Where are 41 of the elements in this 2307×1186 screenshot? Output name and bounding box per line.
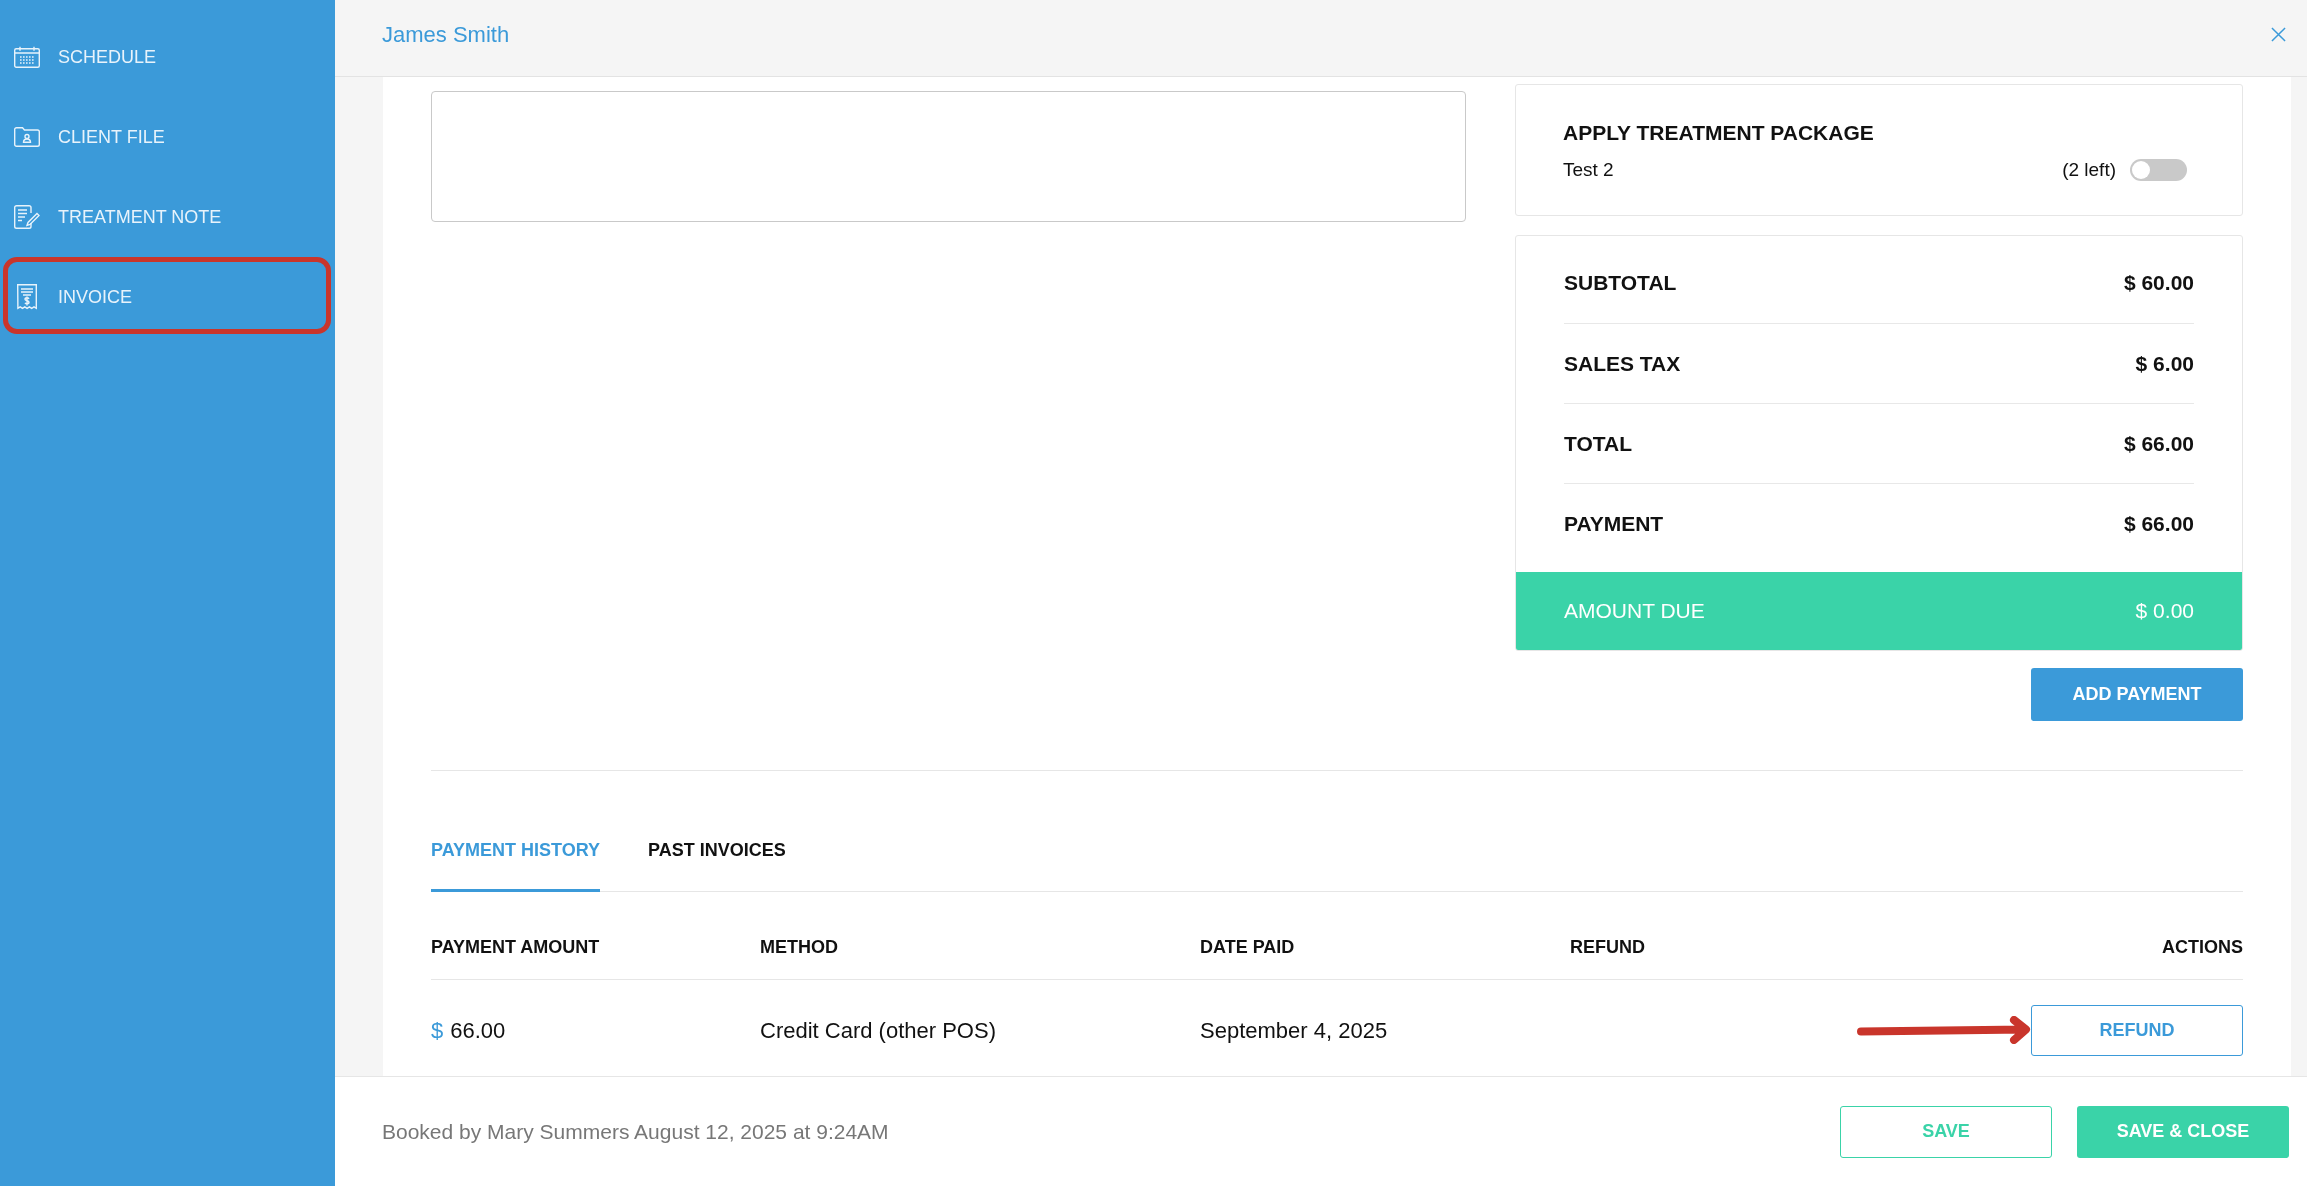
date-paid: September 4, 2025 bbox=[1200, 1017, 1388, 1043]
total-value: $ 66.00 bbox=[2123, 510, 2194, 537]
total-value: $ 66.00 bbox=[2123, 430, 2194, 457]
column-header: PAYMENT AMOUNT bbox=[431, 936, 601, 959]
client-name: James Smith bbox=[382, 20, 510, 49]
receipt-icon bbox=[17, 284, 37, 310]
tab[interactable]: PAST INVOICES bbox=[648, 837, 786, 892]
sidebar-item[interactable]: TREATMENT NOTE bbox=[0, 177, 335, 257]
package-title: APPLY TREATMENT PACKAGE bbox=[1563, 120, 1875, 146]
payment-amount: 66.00 bbox=[450, 1016, 506, 1045]
total-label: TOTAL bbox=[1564, 430, 1633, 457]
save-close-button[interactable]: SAVE & CLOSE bbox=[2077, 1105, 2289, 1158]
sidebar-item[interactable]: CLIENT FILE bbox=[0, 97, 335, 177]
notes-field[interactable] bbox=[431, 91, 1466, 222]
amount-due-value: $ 0.00 bbox=[2135, 598, 2194, 625]
sidebar-item[interactable]: INVOICE bbox=[0, 257, 335, 337]
total-label: SUBTOTAL bbox=[1564, 270, 1677, 297]
note-pencil-icon bbox=[14, 205, 40, 229]
refund-button[interactable]: REFUND bbox=[2031, 1004, 2243, 1056]
add-payment-button[interactable]: ADD PAYMENT bbox=[2031, 668, 2243, 721]
package-name: Test 2 bbox=[1563, 157, 1614, 182]
payment-method: Credit Card (other POS) bbox=[760, 1017, 996, 1043]
total-label: SALES TAX bbox=[1564, 350, 1681, 377]
sessions-left: (2 left) bbox=[2062, 157, 2116, 182]
sidebar-item[interactable]: SCHEDULE bbox=[0, 17, 335, 97]
column-header: ACTIONS bbox=[2162, 936, 2243, 959]
calendar-icon bbox=[14, 46, 40, 68]
column-header: REFUND bbox=[1570, 936, 1646, 959]
folder-person-icon bbox=[14, 127, 40, 147]
total-value: $ 60.00 bbox=[2123, 270, 2194, 297]
toggle-switch[interactable] bbox=[2130, 159, 2187, 181]
column-header: METHOD bbox=[760, 936, 839, 959]
close-icon[interactable] bbox=[2271, 26, 2286, 42]
amount-due-label: AMOUNT DUE bbox=[1564, 598, 1705, 625]
column-header: DATE PAID bbox=[1200, 936, 1296, 959]
booking-info: Booked by Mary Summers August 12, 2025 at 9:24AM bbox=[382, 1118, 889, 1145]
total-value: $ 6.00 bbox=[2135, 350, 2194, 377]
total-label: PAYMENT bbox=[1564, 510, 1664, 537]
save-button[interactable]: SAVE bbox=[1840, 1105, 2052, 1158]
tab[interactable]: PAYMENT HISTORY bbox=[431, 837, 601, 892]
currency-sign: $ bbox=[431, 1016, 444, 1045]
